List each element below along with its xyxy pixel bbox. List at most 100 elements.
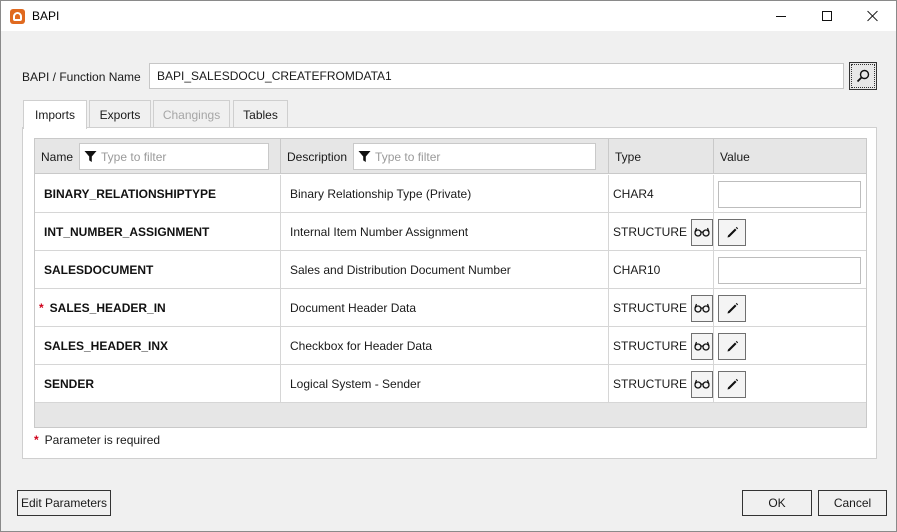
parameter-description: Checkbox for Header Data	[281, 327, 609, 365]
maximize-button[interactable]	[804, 1, 850, 31]
parameter-value	[714, 327, 866, 365]
tab-changings: Changings	[153, 100, 230, 128]
parameter-type-text: STRUCTURE	[613, 339, 687, 353]
description-filter-input[interactable]: Type to filter	[353, 143, 597, 170]
parameter-type-text: CHAR4	[613, 187, 654, 201]
table-row[interactable]: * SALES_HEADER_IN Document Header Data ST…	[35, 289, 866, 327]
table-row[interactable]: SENDER Logical System - Sender STRUCTURE	[35, 365, 866, 403]
required-marker: *	[39, 301, 44, 315]
parameter-value	[714, 289, 866, 327]
value-input[interactable]	[718, 180, 861, 208]
title-bar: BAPI	[1, 1, 896, 31]
column-header-type: Type	[609, 139, 714, 174]
app-logo-icon	[10, 9, 25, 24]
tab-tables[interactable]: Tables	[233, 100, 288, 128]
edit-value-button[interactable]	[718, 332, 746, 360]
view-structure-button[interactable]	[691, 294, 713, 322]
grid-header: Name Type to filter Description Type to …	[35, 139, 866, 174]
tab-exports[interactable]: Exports	[89, 100, 151, 128]
search-icon	[856, 69, 870, 83]
parameter-description: Internal Item Number Assignment	[281, 213, 609, 251]
description-filter-placeholder: Type to filter	[375, 149, 441, 164]
required-note-text: Parameter is required	[44, 433, 161, 447]
parameter-description: Sales and Distribution Document Number	[281, 251, 609, 289]
column-label-value: Value	[720, 149, 750, 164]
parameter-name: SALES_HEADER_INX	[35, 327, 281, 365]
grid-footer	[35, 403, 866, 427]
column-label-name: Name	[41, 149, 74, 164]
ok-button[interactable]: OK	[742, 490, 812, 516]
glasses-icon	[694, 227, 710, 237]
view-structure-button[interactable]	[691, 218, 713, 246]
parameter-name-text: BINARY_RELATIONSHIPTYPE	[44, 187, 217, 201]
parameter-type: STRUCTURE	[609, 327, 714, 365]
required-note: * Parameter is required	[34, 433, 160, 447]
maximize-icon	[822, 11, 832, 21]
parameter-description: Binary Relationship Type (Private)	[281, 175, 609, 213]
glasses-icon	[694, 341, 710, 351]
minimize-button[interactable]	[758, 1, 804, 31]
parameter-name-text: INT_NUMBER_ASSIGNMENT	[44, 225, 210, 239]
view-structure-button[interactable]	[691, 370, 713, 398]
parameter-type: STRUCTURE	[609, 289, 714, 327]
parameter-name-text: SALESDOCUMENT	[44, 263, 154, 277]
parameter-name: SENDER	[35, 365, 281, 403]
window-title: BAPI	[32, 9, 60, 23]
parameter-value	[714, 251, 866, 289]
glasses-icon	[694, 379, 710, 389]
function-search-button[interactable]	[849, 62, 877, 90]
pencil-icon	[727, 378, 738, 389]
parameter-type: CHAR10	[609, 251, 714, 289]
parameter-description: Logical System - Sender	[281, 365, 609, 403]
parameter-name: INT_NUMBER_ASSIGNMENT	[35, 213, 281, 251]
column-header-name: Name Type to filter	[35, 139, 281, 174]
pencil-icon	[727, 226, 738, 237]
table-row[interactable]: SALESDOCUMENT Sales and Distribution Doc…	[35, 251, 866, 289]
parameter-type-text: STRUCTURE	[613, 377, 687, 391]
pencil-icon	[727, 340, 738, 351]
edit-parameters-button[interactable]: Edit Parameters	[17, 490, 111, 516]
minimize-icon	[776, 15, 786, 17]
filter-icon	[358, 151, 371, 162]
table-row[interactable]: SALES_HEADER_INX Checkbox for Header Dat…	[35, 327, 866, 365]
edit-value-button[interactable]	[718, 218, 746, 246]
close-icon	[867, 10, 879, 22]
parameter-type: STRUCTURE	[609, 365, 714, 403]
tab-imports[interactable]: Imports	[23, 100, 87, 129]
parameter-name: BINARY_RELATIONSHIPTYPE	[35, 175, 281, 213]
parameter-type-text: STRUCTURE	[613, 225, 687, 239]
filter-icon	[84, 151, 97, 162]
imports-panel: Name Type to filter Description Type to …	[22, 127, 877, 459]
table-row[interactable]: BINARY_RELATIONSHIPTYPE Binary Relations…	[35, 175, 866, 213]
view-structure-button[interactable]	[691, 332, 713, 360]
parameter-value	[714, 365, 866, 403]
column-label-type: Type	[615, 149, 642, 164]
name-filter-input[interactable]: Type to filter	[79, 143, 270, 170]
column-header-value: Value	[714, 139, 866, 174]
edit-value-button[interactable]	[718, 294, 746, 322]
required-marker: *	[34, 433, 39, 447]
cancel-button[interactable]: Cancel	[818, 490, 887, 516]
column-label-description: Description	[287, 149, 348, 164]
value-input[interactable]	[718, 256, 861, 284]
parameter-type: CHAR4	[609, 175, 714, 213]
close-button[interactable]	[850, 1, 896, 31]
parameter-type-text: STRUCTURE	[613, 301, 687, 315]
function-name-field[interactable]: BAPI_SALESDOCU_CREATEFROMDATA1	[149, 63, 844, 89]
parameter-name-text: SALES_HEADER_IN	[49, 301, 166, 315]
function-name-label: BAPI / Function Name	[22, 70, 141, 84]
parameters-grid: Name Type to filter Description Type to …	[34, 138, 867, 428]
parameter-name-text: SENDER	[44, 377, 95, 391]
table-row[interactable]: INT_NUMBER_ASSIGNMENT Internal Item Numb…	[35, 213, 866, 251]
parameter-name: SALESDOCUMENT	[35, 251, 281, 289]
edit-value-button[interactable]	[718, 370, 746, 398]
name-filter-placeholder: Type to filter	[101, 149, 167, 164]
parameter-description: Document Header Data	[281, 289, 609, 327]
column-header-description: Description Type to filter	[281, 139, 609, 174]
bapi-dialog: BAPI BAPI / Function Name BAPI_SALESDOCU…	[0, 0, 897, 532]
parameter-value	[714, 175, 866, 213]
parameter-name-text: SALES_HEADER_INX	[44, 339, 169, 353]
parameter-type: STRUCTURE	[609, 213, 714, 251]
pencil-icon	[727, 302, 738, 313]
parameter-name: * SALES_HEADER_IN	[35, 289, 281, 327]
